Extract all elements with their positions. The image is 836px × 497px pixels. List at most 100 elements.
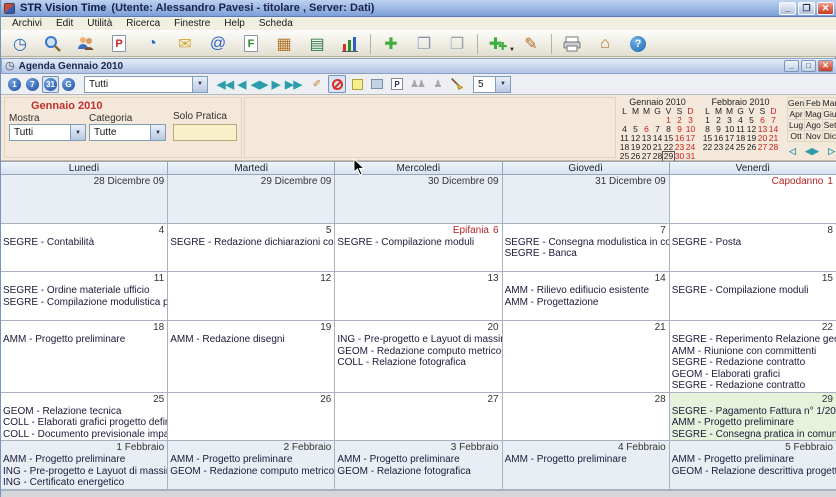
calendar-day-cell[interactable]: 29SEGRE - Pagamento Fattura n° 1/2010 de… [670,393,836,441]
calendar-event[interactable]: SEGRE - Consegna modulistica in comune [503,237,669,249]
mini-calendar-day[interactable]: 31 [685,152,696,161]
calendar-event[interactable]: SEGRE - Pagamento Fattura n° 1/2010 del … [670,406,836,418]
calendar-event[interactable]: AMM - Riunione con committenti [670,346,836,358]
close-button[interactable]: ✕ [817,2,834,15]
calendar-day-cell[interactable]: 1 FebbraioAMM - Progetto preliminareING … [1,441,168,489]
email-at-icon[interactable]: @ [205,32,231,55]
calendar-event[interactable]: GEOM - Redazione computo metrico-estimat… [335,346,501,358]
calendar-event[interactable]: ING - Pre-progetto e Layuot di massima [1,466,167,478]
clock-icon[interactable]: ◷ [7,32,33,55]
calendar-event[interactable]: SEGRE - Reperimento Relazione geologica [670,334,836,346]
minical-next-icon[interactable]: ▷ [828,146,835,157]
add-icon[interactable]: ✚ [378,32,404,55]
colors-icon[interactable]: ✐ [308,75,326,93]
month-picker-feb[interactable]: Feb [805,98,823,109]
calendar-day-cell[interactable]: 15SEGRE - Compilazione moduli [670,272,836,320]
calendar-event[interactable]: GEOM - Elaborati grafici [670,369,836,381]
calendar-event[interactable]: SEGRE - Banca [503,248,669,260]
month-picker-mag[interactable]: Mag [805,109,823,120]
menu-item-edit[interactable]: Edit [49,17,80,30]
chart-icon[interactable] [337,32,363,55]
chevron-down-icon[interactable]: ▼ [192,77,207,92]
calendar-event[interactable]: SEGRE - Compilazione moduli [670,285,836,297]
month-picker-giu[interactable]: Giu [822,109,836,120]
contacts-icon[interactable] [73,32,99,55]
month-picker-apr[interactable]: Apr [788,109,805,120]
calendar-day-cell[interactable]: 21 [503,321,670,392]
calendar-day-cell[interactable]: 13 [335,272,502,320]
calendar-event[interactable]: AMM - Redazione disegni [168,334,334,346]
calendar-event[interactable]: SEGRE - Ordine materiale ufficio [1,285,167,297]
broom-icon[interactable] [448,75,466,93]
mini-calendar-day[interactable]: 26 [746,143,757,152]
nav-today-icon[interactable]: ◀▶ [251,78,267,91]
mini-calendar-day[interactable]: 29 [663,152,674,161]
calendar-day-cell[interactable]: 3 FebbraioAMM - Progetto preliminareGEOM… [335,441,502,489]
view-button-1[interactable]: 1 [6,76,23,93]
calendar-day-cell[interactable]: 25GEOM - Relazione tecnicaCOLL - Elabora… [1,393,168,441]
calendar-day-cell[interactable]: 31 Dicembre 09 [503,175,670,223]
month-picker-ott[interactable]: Ott [788,131,805,142]
mini-calendar-day[interactable]: 27 [641,152,652,161]
calendar-event[interactable]: GEOM - Relazione tecnica [1,406,167,418]
calendar-day-cell[interactable]: 4SEGRE - Contabilità [1,224,168,272]
view-button-7[interactable]: 7 [24,76,41,93]
calendar-event[interactable]: SEGRE - Redazione contratto [670,357,836,369]
group-icon[interactable]: ♟♟ [408,75,426,93]
chevron-down-icon[interactable]: ▼ [70,125,85,140]
calendar-day-cell[interactable]: 28 [503,393,670,441]
calendar-day-cell[interactable]: Epifania6SEGRE - Compilazione moduli [335,224,502,272]
month-picker-gen[interactable]: Gen [788,98,805,109]
calendar-event[interactable]: ING - Pre-progetto e Layuot di massima [335,334,501,346]
calendar-day-cell[interactable]: 29 Dicembre 09 [168,175,335,223]
calendar-day-cell[interactable]: 12 [168,272,335,320]
calendar-day-cell[interactable]: 28 Dicembre 09 [1,175,168,223]
menu-item-help[interactable]: Help [217,17,252,30]
nav-last-icon[interactable]: ▶▶ [285,78,301,91]
restore-button[interactable]: ❐ [798,2,815,15]
calendar-event[interactable]: AMM - Rilievo edifiucio esistente [503,285,669,297]
calendar-event[interactable]: AMM - Progetto preliminare [670,417,836,429]
calendar-day-cell[interactable]: 27 [335,393,502,441]
calendar-event[interactable]: GEOM - Relazione descrittiva progetto de… [670,466,836,478]
chevron-down-icon[interactable]: ▼ [150,125,165,140]
dropdown-arrow-icon[interactable]: ▼ [509,47,515,53]
mini-calendar-day[interactable]: 22 [702,143,713,152]
panel-icon[interactable] [368,75,386,93]
calendar-day-cell[interactable]: 19AMM - Redazione disegni [168,321,335,392]
home-icon[interactable]: ⌂ [592,32,618,55]
menu-item-scheda[interactable]: Scheda [252,17,300,30]
mini-calendar-day[interactable]: 26 [630,152,641,161]
f-document-icon[interactable]: F [238,32,264,55]
calendar-day-cell[interactable]: 18AMM - Progetto preliminare [1,321,168,392]
calendar-event[interactable]: SEGRE - Redazione contratto [670,380,836,392]
solo-pratica-input[interactable] [173,124,237,141]
month-picker-mar[interactable]: Mar [822,98,836,109]
month-picker-set[interactable]: Set [822,120,836,131]
agenda-close-button[interactable]: ✕ [818,60,833,72]
search-icon[interactable] [40,32,66,55]
nav-next-icon[interactable]: ▶ [268,78,284,91]
event-count-select[interactable]: 5 ▼ [473,76,511,93]
month-picker-nov[interactable]: Nov [805,131,823,142]
calendar-event[interactable]: AMM - Progetto preliminare [1,334,167,346]
help-icon[interactable]: ? [625,32,651,55]
library-icon[interactable]: ▤ [304,32,330,55]
calendar-event[interactable]: SEGRE - Redazione dichiarazioni conformi… [168,237,334,249]
view-button-g[interactable]: G [60,76,77,93]
calendar-event[interactable]: COLL - Documento previsionale impatto ac… [1,429,167,441]
calendar-day-cell[interactable]: 22SEGRE - Reperimento Relazione geologic… [670,321,836,392]
calendar-day-cell[interactable]: 4 FebbraioAMM - Progetto preliminare [503,441,670,489]
mini-calendar-day[interactable]: 27 [757,143,768,152]
nav-prev-icon[interactable]: ◀ [234,78,250,91]
no-entry-icon[interactable] [328,75,346,93]
calendar-event[interactable]: ING - Certificato energetico [1,477,167,489]
calendar-event[interactable]: AMM - Progetto preliminare [1,454,167,466]
mini-calendar-day[interactable]: 25 [619,152,630,161]
note-icon[interactable] [348,75,366,93]
calendar-event[interactable]: COLL - Relazione fotografica [335,357,501,369]
calendar-day-cell[interactable]: 11SEGRE - Ordine materiale ufficioSEGRE … [1,272,168,320]
calendar-event[interactable]: SEGRE - Compilazione moduli [335,237,501,249]
calendar-day-cell[interactable]: 5SEGRE - Redazione dichiarazioni conform… [168,224,335,272]
minical-today-icon[interactable]: ◀▶ [805,146,819,157]
